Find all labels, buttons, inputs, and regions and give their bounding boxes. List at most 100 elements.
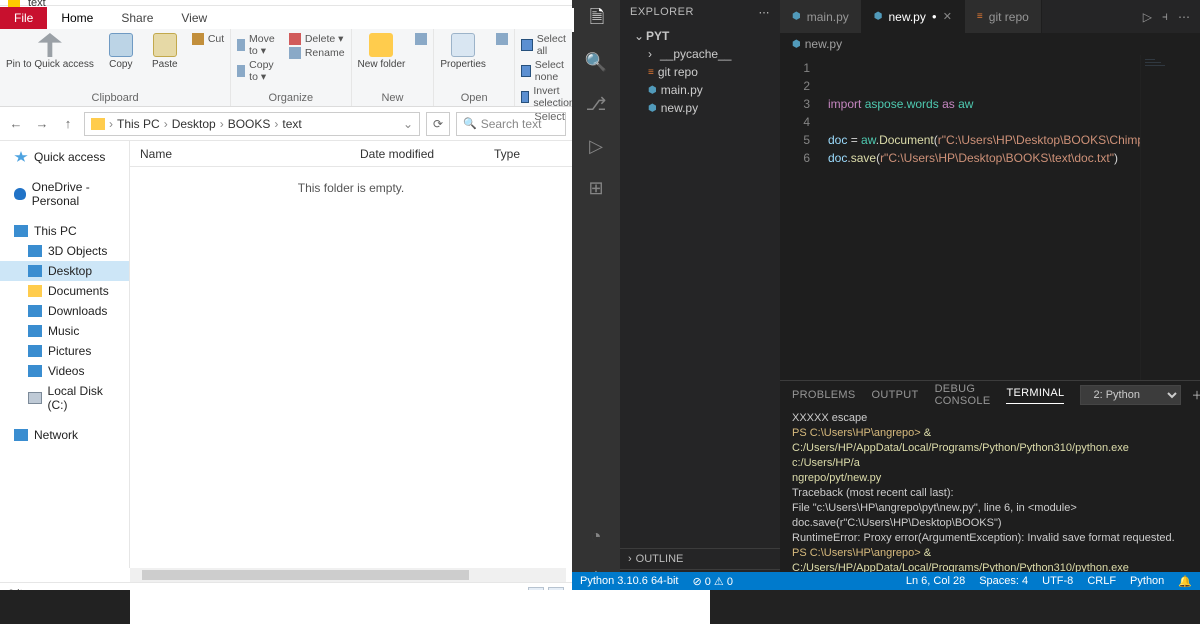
more-actions-button[interactable]: ⋯ [1178, 10, 1190, 24]
status-problems[interactable]: ⊘ 0 ⚠ 0 [692, 575, 732, 588]
tab-problems[interactable]: PROBLEMS [792, 389, 856, 401]
select-none-button[interactable]: Select none [521, 59, 578, 83]
delete-button[interactable]: Delete ▾ [289, 33, 345, 45]
back-button[interactable]: ← [6, 114, 26, 134]
tab-home[interactable]: Home [47, 7, 107, 29]
col-date[interactable]: Date modified [350, 147, 460, 161]
minimap[interactable]: ▬▬▬▬▬▬▬▬▬▬▬▬▬▬▬▬▬▬▬▬▬▬▬ [1140, 55, 1200, 380]
tab-view[interactable]: View [167, 7, 221, 29]
move-to-button[interactable]: Move to ▾ [237, 33, 279, 57]
open-button[interactable] [496, 33, 508, 45]
search-icon[interactable]: 🔍 [584, 50, 608, 74]
split-editor-button[interactable]: ⫞ [1162, 9, 1168, 24]
account-icon[interactable]: ◔ [584, 524, 608, 548]
extensions-icon[interactable]: ⊞ [584, 176, 608, 200]
status-language[interactable]: Python [1130, 575, 1164, 587]
sidebar-title: EXPLORER [630, 6, 694, 19]
new-terminal-button[interactable]: ＋ [1191, 387, 1200, 403]
copy-icon [109, 33, 133, 57]
cut-button[interactable]: Cut [192, 33, 224, 45]
forward-button[interactable]: → [32, 114, 52, 134]
nav-network[interactable]: Network [0, 425, 129, 445]
cut-icon [192, 33, 204, 45]
breadcrumb[interactable]: ›This PC ›Desktop ›BOOKS ›text ⌄ [84, 112, 420, 136]
new-item-button[interactable] [415, 33, 427, 45]
run-button[interactable]: ▷ [1143, 10, 1152, 24]
scroll-thumb[interactable] [142, 570, 469, 580]
tab-file[interactable]: File [0, 7, 47, 29]
nav-this-pc[interactable]: This PC [0, 221, 129, 241]
tab-main[interactable]: ⬢main.py [780, 0, 862, 33]
documents-icon [28, 285, 42, 297]
sidebar-more-icon[interactable]: ⋯ [759, 6, 771, 19]
code-content[interactable]: import aspose.words as aw doc = aw.Docum… [820, 55, 1140, 380]
ribbon-group-clipboard: Pin to Quick access Copy Paste Cut Clipb… [0, 29, 231, 106]
up-button[interactable]: ↑ [58, 114, 78, 134]
nav-3d-objects[interactable]: 3D Objects [0, 241, 129, 261]
terminal-selector[interactable]: 2: Python [1080, 385, 1181, 405]
rename-button[interactable]: Rename [289, 47, 345, 59]
delete-icon [289, 33, 301, 45]
disk-icon [28, 392, 42, 404]
col-type[interactable]: Type [460, 147, 530, 161]
source-control-icon[interactable]: ⎇ [584, 92, 608, 116]
editor-breadcrumb[interactable]: ⬢new.py [780, 33, 1200, 55]
tab-share[interactable]: Share [107, 7, 167, 29]
status-python[interactable]: Python 3.10.6 64-bit [580, 575, 678, 587]
tree-pycache[interactable]: ›__pycache__ [620, 45, 780, 63]
properties-button[interactable]: Properties [440, 33, 486, 70]
status-encoding[interactable]: UTF-8 [1042, 575, 1073, 587]
copyto-icon [237, 65, 245, 77]
status-eol[interactable]: CRLF [1087, 575, 1116, 587]
project-root[interactable]: ⌄PYT [620, 27, 780, 45]
nav-onedrive[interactable]: OneDrive - Personal [0, 177, 129, 211]
nav-videos[interactable]: Videos [0, 361, 129, 381]
nav-documents[interactable]: Documents [0, 281, 129, 301]
nav-local-disk[interactable]: Local Disk (C:) [0, 381, 129, 415]
tab-output[interactable]: OUTPUT [872, 389, 919, 401]
pin-button[interactable]: Pin to Quick access [6, 33, 94, 70]
horizontal-scrollbar[interactable] [130, 568, 566, 582]
invert-selection-button[interactable]: Invert selection [521, 85, 578, 109]
chevron-down-icon[interactable]: ⌄ [403, 117, 413, 131]
status-spaces[interactable]: Spaces: 4 [979, 575, 1028, 587]
refresh-button[interactable]: ⟳ [426, 112, 450, 136]
files-area: Name Date modified Type This folder is e… [130, 141, 572, 568]
status-notifications[interactable]: 🔔 [1178, 575, 1192, 588]
pictures-icon [28, 345, 42, 357]
explorer-icon[interactable]: 🗎 [572, 8, 620, 32]
tab-terminal[interactable]: TERMINAL [1006, 387, 1064, 404]
col-name[interactable]: Name [130, 147, 350, 161]
tab-debug[interactable]: DEBUG CONSOLE [935, 383, 991, 407]
nav-downloads[interactable]: Downloads [0, 301, 129, 321]
terminal-output[interactable]: XXXXX escape PS C:\Users\HP\angrepo> & C… [780, 409, 1200, 590]
outline-section[interactable]: ›OUTLINE [620, 548, 780, 569]
rename-icon [289, 47, 301, 59]
tab-new[interactable]: ⬢new.py●✕ [862, 0, 965, 33]
select-all-button[interactable]: Select all [521, 33, 578, 57]
code-editor[interactable]: 123456 import aspose.words as aw doc = a… [780, 55, 1200, 380]
tree-main[interactable]: ⬢main.py [620, 81, 780, 99]
move-icon [237, 39, 245, 51]
search-input[interactable]: 🔍Search text [456, 112, 566, 136]
copy-to-button[interactable]: Copy to ▾ [237, 59, 279, 83]
status-ln-col[interactable]: Ln 6, Col 28 [906, 575, 965, 587]
new-folder-button[interactable]: New folder [358, 33, 406, 70]
tab-gitrepo[interactable]: ≡git repo [965, 0, 1042, 33]
nav-quick-access[interactable]: Quick access [0, 147, 129, 167]
objects-icon [28, 245, 42, 257]
tree-new[interactable]: ⬢new.py [620, 99, 780, 117]
star-icon [14, 151, 28, 163]
selectnone-icon [521, 65, 531, 77]
run-icon[interactable]: ▷ [584, 134, 608, 158]
folder-icon [91, 118, 105, 130]
network-icon [14, 429, 28, 441]
tree-gitrepo[interactable]: ≡git repo [620, 63, 780, 81]
close-icon[interactable]: ✕ [943, 10, 952, 23]
nav-music[interactable]: Music [0, 321, 129, 341]
copy-button[interactable]: Copy [104, 33, 138, 70]
nav-pictures[interactable]: Pictures [0, 341, 129, 361]
ribbon: Pin to Quick access Copy Paste Cut Clipb… [0, 29, 572, 107]
nav-desktop[interactable]: Desktop [0, 261, 129, 281]
paste-button[interactable]: Paste [148, 33, 182, 70]
